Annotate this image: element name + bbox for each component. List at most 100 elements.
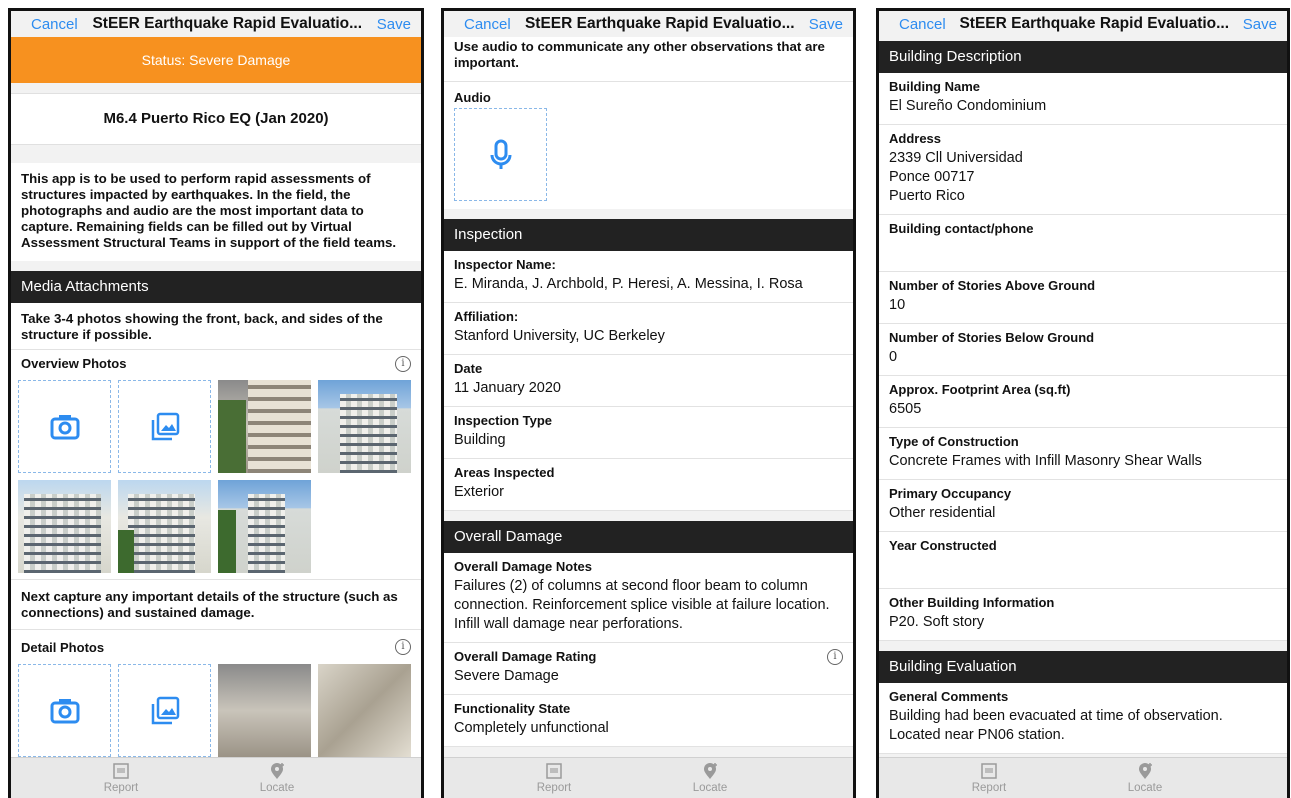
inspection-screen: Cancel StEER Earthquake Rapid Evaluatio.… — [441, 8, 856, 798]
field-label: Functionality State — [454, 701, 571, 716]
damage-notes-field[interactable]: Overall Damage Notes Failures (2) of col… — [444, 553, 853, 643]
footprint-area-field[interactable]: Approx. Footprint Area (sq.ft) 6505 — [879, 376, 1287, 428]
event-title: M6.4 Puerto Rico EQ (Jan 2020) — [11, 93, 421, 145]
tab-report[interactable]: Report — [81, 762, 161, 794]
field-value: Building — [454, 432, 506, 448]
page-title: StEER Earthquake Rapid Evaluatio... — [959, 15, 1230, 32]
tab-bar: Report Locate — [444, 757, 853, 798]
tab-locate[interactable]: Locate — [237, 762, 317, 794]
stories-above-field[interactable]: Number of Stories Above Ground 10 — [879, 272, 1287, 324]
save-button[interactable]: Save — [377, 16, 411, 33]
camera-button[interactable] — [18, 664, 111, 757]
locate-pin-icon — [1139, 763, 1152, 779]
info-icon[interactable]: i — [395, 356, 411, 372]
tab-report[interactable]: Report — [514, 762, 594, 794]
overview-screen: Cancel StEER Earthquake Rapid Evaluatio.… — [8, 8, 424, 798]
photo-thumbnail[interactable] — [218, 664, 311, 757]
camera-icon — [50, 414, 79, 439]
field-value: 10 — [889, 297, 906, 313]
microphone-icon — [490, 139, 511, 169]
overview-photo-grid — [11, 378, 421, 579]
pdf-icon — [546, 763, 562, 779]
tab-bar: Report Locate — [11, 757, 421, 798]
tab-locate[interactable]: Locate — [670, 762, 750, 794]
tab-locate-label: Locate — [259, 782, 295, 794]
form-scroll[interactable]: Status: Severe Damage M6.4 Puerto Rico E… — [11, 37, 421, 758]
other-info-field[interactable]: Other Building Information P20. Soft sto… — [879, 589, 1287, 641]
field-label: Building Name — [889, 79, 981, 94]
general-comments-field[interactable]: General Comments Building had been evacu… — [879, 683, 1287, 754]
field-label: Inspector Name: — [454, 257, 556, 272]
gallery-button[interactable] — [118, 380, 211, 473]
field-label: Approx. Footprint Area (sq.ft) — [889, 382, 1071, 397]
areas-inspected-field[interactable]: Areas Inspected Exterior — [444, 459, 853, 511]
building-name-field[interactable]: Building Name El Sureño Condominium — [879, 73, 1287, 125]
inspection-type-field[interactable]: Inspection Type Building — [444, 407, 853, 459]
audio-note: Use audio to communicate any other obser… — [444, 37, 853, 82]
stories-below-field[interactable]: Number of Stories Below Ground 0 — [879, 324, 1287, 376]
tab-report[interactable]: Report — [949, 762, 1029, 794]
functionality-field[interactable]: Functionality State Completely unfunctio… — [444, 695, 853, 747]
save-button[interactable]: Save — [809, 16, 843, 33]
tab-report-label: Report — [971, 782, 1007, 794]
record-audio-button[interactable] — [454, 108, 547, 201]
damage-rating-field[interactable]: Overall Damage Rating Severe Damage i — [444, 643, 853, 695]
field-label: Overall Damage Notes — [454, 559, 593, 574]
pdf-icon — [113, 763, 129, 779]
photo-thumbnail[interactable] — [318, 380, 411, 473]
field-value: 11 January 2020 — [454, 380, 561, 396]
field-value: E. Miranda, J. Archbold, P. Heresi, A. M… — [454, 276, 803, 292]
info-icon[interactable]: i — [395, 639, 411, 655]
address-line: 2339 Cll Universidad — [889, 150, 1023, 166]
field-value: Concrete Frames with Infill Masonry Shea… — [889, 453, 1202, 469]
construction-type-field[interactable]: Type of Construction Concrete Frames wit… — [879, 428, 1287, 480]
camera-button[interactable] — [18, 380, 111, 473]
page-title: StEER Earthquake Rapid Evaluatio... — [524, 15, 795, 32]
photo-thumbnail[interactable] — [18, 480, 111, 573]
cancel-button[interactable]: Cancel — [464, 16, 511, 33]
overview-photos-row: Overview Photos i — [11, 350, 421, 378]
field-value — [889, 239, 1277, 263]
form-scroll[interactable]: Building Description Building Name El Su… — [879, 37, 1287, 758]
gallery-button[interactable] — [118, 664, 211, 757]
tab-locate[interactable]: Locate — [1105, 762, 1185, 794]
inspector-name-field[interactable]: Inspector Name: E. Miranda, J. Archbold,… — [444, 251, 853, 303]
tab-bar: Report Locate — [879, 757, 1287, 798]
field-label: Primary Occupancy — [889, 486, 1012, 501]
occupancy-field[interactable]: Primary Occupancy Other residential — [879, 480, 1287, 532]
contact-field[interactable]: Building contact/phone — [879, 215, 1287, 272]
media-attachments-header: Media Attachments — [11, 271, 421, 303]
cancel-button[interactable]: Cancel — [899, 16, 946, 33]
address-field[interactable]: Address 2339 Cll Universidad Ponce 00717… — [879, 125, 1287, 215]
photo-thumbnail[interactable] — [318, 664, 411, 757]
detail-photos-row: Detail Photos i — [11, 630, 421, 662]
affiliation-field[interactable]: Affiliation: Stanford University, UC Ber… — [444, 303, 853, 355]
date-field[interactable]: Date 11 January 2020 — [444, 355, 853, 407]
save-button[interactable]: Save — [1243, 16, 1277, 33]
nav-bar: Cancel StEER Earthquake Rapid Evaluatio.… — [11, 11, 421, 37]
detail-photos-label: Detail Photos — [21, 640, 105, 655]
camera-icon — [50, 698, 79, 723]
overview-photos-label: Overview Photos — [21, 356, 127, 371]
year-constructed-field[interactable]: Year Constructed — [879, 532, 1287, 589]
field-label: Inspection Type — [454, 413, 552, 428]
field-label: Affiliation: — [454, 309, 519, 324]
field-label: Number of Stories Below Ground — [889, 330, 1095, 345]
locate-pin-icon — [704, 763, 717, 779]
photo-thumbnail[interactable] — [218, 480, 311, 573]
field-value — [889, 556, 1277, 580]
field-value: Completely unfunctional — [454, 720, 609, 736]
status-banner[interactable]: Status: Severe Damage — [11, 37, 421, 83]
photo-thumbnail[interactable] — [218, 380, 311, 473]
field-value: Severe Damage — [454, 668, 559, 684]
field-label: Year Constructed — [889, 538, 997, 553]
cancel-button[interactable]: Cancel — [31, 16, 78, 33]
field-value: Exterior — [454, 484, 504, 500]
field-label: Address — [889, 131, 942, 146]
form-scroll[interactable]: Use audio to communicate any other obser… — [444, 37, 853, 758]
photo-thumbnail[interactable] — [118, 480, 211, 573]
info-icon[interactable]: i — [827, 649, 843, 665]
field-label: Overall Damage Rating — [454, 649, 597, 664]
field-label: Building contact/phone — [889, 221, 1034, 236]
inspection-header: Inspection — [444, 219, 853, 251]
